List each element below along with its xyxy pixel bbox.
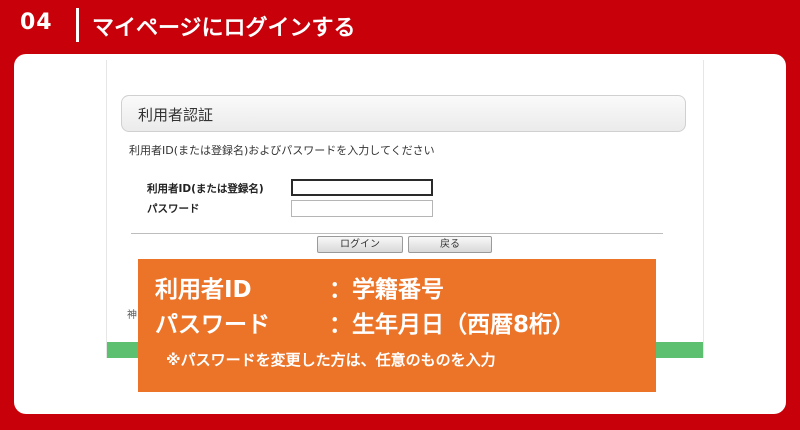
step-title: マイページにログインする (92, 16, 356, 41)
callout-user-id-value: ：学籍番号 (329, 277, 444, 303)
auth-section-header: 利用者認証 (121, 95, 686, 132)
user-id-label: 利用者ID(または登録名) (147, 183, 264, 195)
login-instruction: 利用者ID(または登録名)およびパスワードを入力してください (129, 144, 435, 157)
callout-user-id-row: 利用者ID ：学籍番号 (155, 270, 444, 304)
password-label: パスワード (147, 203, 200, 215)
callout-password-row: パスワード ：生年月日（西暦8桁） (155, 305, 575, 339)
login-button[interactable]: ログイン (317, 236, 403, 253)
callout-note: ※パスワードを変更した方は、任意のものを入力 (166, 351, 496, 369)
callout-password-value: ：生年月日（西暦8桁） (329, 312, 576, 338)
section-header: 04 マイページにログインする (0, 0, 800, 52)
auth-section-title: 利用者認証 (138, 106, 214, 124)
header-divider (76, 8, 79, 42)
form-divider (131, 233, 663, 234)
footer-text-partial: 神 (127, 310, 137, 321)
callout-password-key: パスワード (155, 312, 270, 338)
credentials-callout: 利用者ID ：学籍番号 パスワード ：生年月日（西暦8桁） ※パスワードを変更した方… (138, 259, 656, 392)
password-input[interactable] (291, 200, 433, 217)
user-id-input[interactable] (291, 179, 433, 196)
step-number: 04 (20, 10, 53, 35)
back-button[interactable]: 戻る (408, 236, 492, 253)
callout-user-id-key: 利用者ID (155, 277, 252, 303)
